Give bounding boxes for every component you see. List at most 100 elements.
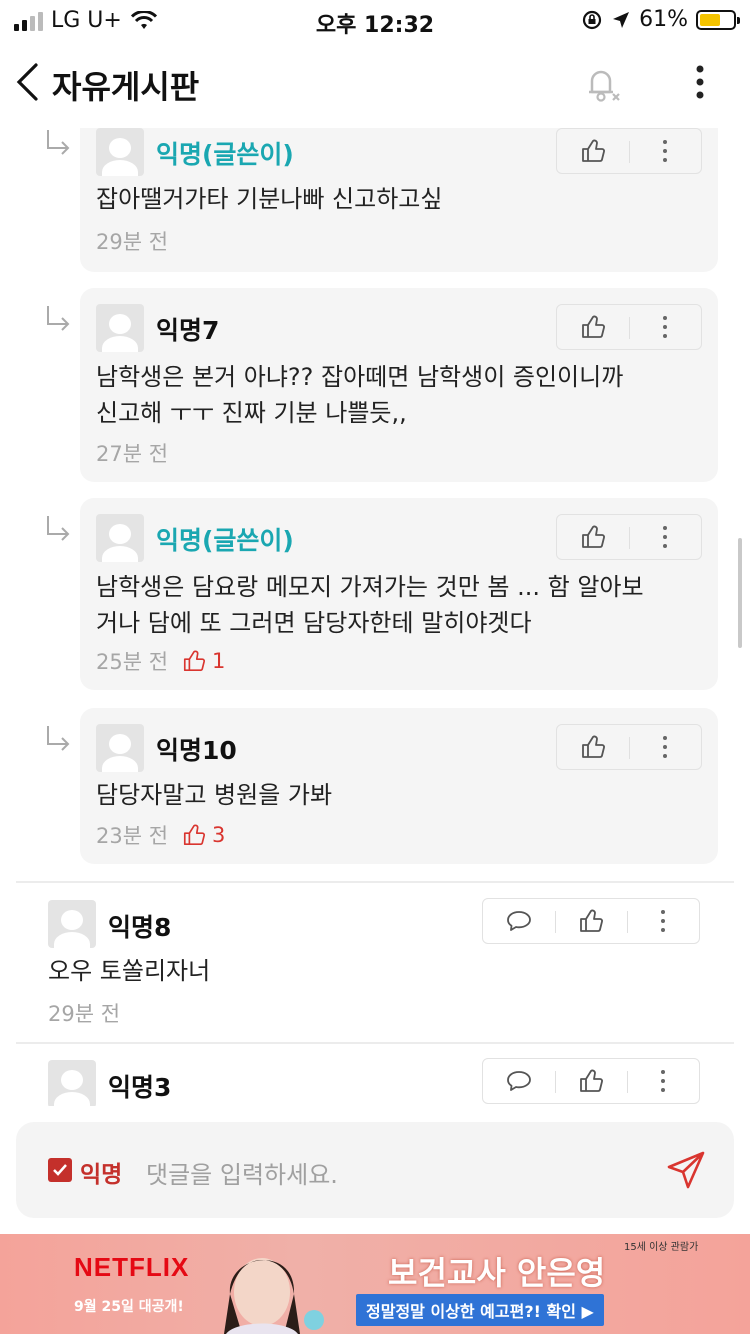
comment-more-button[interactable] — [629, 129, 701, 173]
comment-author: 익명7 — [156, 316, 220, 345]
comment-text: 신고해 ㅜㅜ 진짜 기분 나쁠듯,, — [96, 399, 407, 427]
comment-author: 익명(글쓴이) — [156, 526, 294, 555]
more-options-icon[interactable] — [690, 62, 710, 102]
comment-time: 23분 전 3 — [96, 820, 225, 850]
comment-more-button[interactable] — [629, 725, 701, 769]
send-icon[interactable] — [666, 1150, 706, 1190]
reply-arrow-icon — [47, 516, 70, 541]
reply-button[interactable] — [483, 1059, 555, 1103]
reply-card: 익명(글쓴이) 잡아땔거가타 기분나빠 신고하고싶 29분 전 — [80, 128, 718, 272]
reply-card: 익명(글쓴이) 남학생은 담요랑 메모지 가져가는 것만 봄 ... 함 알아보… — [80, 498, 718, 690]
comment-list: 익명(글쓴이) 잡아땔거가타 기분나빠 신고하고싶 29분 전 익명7 남학생은… — [0, 128, 750, 1106]
thumbs-up-icon — [183, 824, 206, 846]
like-count: 3 — [182, 823, 225, 847]
thumbs-up-icon — [582, 139, 605, 162]
ad-release-date: 9월 25일 대공개! — [74, 1299, 184, 1315]
comment-actions — [556, 128, 702, 174]
avatar — [48, 900, 96, 948]
comment-time: 27분 전 — [96, 438, 168, 468]
more-options-icon — [663, 736, 667, 758]
notification-off-icon[interactable] — [582, 62, 626, 106]
comment-input-bar: 익명 댓글을 입력하세요. — [16, 1122, 734, 1218]
like-button[interactable] — [555, 1059, 627, 1103]
ad-cta-button[interactable]: 정말정말 이상한 예고편?! 확인 ▶ — [356, 1294, 604, 1326]
thumbs-up-icon — [183, 650, 206, 672]
location-icon — [613, 11, 630, 28]
comment-text: 거나 담에 또 그러면 담당자한테 말히야겟다 — [96, 609, 532, 637]
comment-time-text: 27분 전 — [96, 442, 169, 466]
like-button[interactable] — [557, 129, 629, 173]
reply-card: 익명7 남학생은 본거 아냐?? 잡아떼면 남학생이 증인이니까 신고해 ㅜㅜ … — [80, 288, 718, 482]
comment-time: 29분 전 — [48, 998, 120, 1028]
thumbs-up-icon — [580, 1069, 603, 1092]
navigation-bar: 자유게시판 — [0, 44, 750, 124]
reply-arrow-icon — [47, 306, 70, 331]
comment-text: 오우 토쏠리자너 — [48, 957, 211, 985]
more-options-icon — [663, 316, 667, 338]
anonymous-label[interactable]: 익명 — [80, 1155, 122, 1189]
speech-bubble-icon — [507, 911, 531, 931]
ad-rating: 15세 이상 관람가 — [624, 1242, 699, 1253]
ad-brand-logo: NETFLIX — [74, 1252, 190, 1282]
comment-actions — [482, 898, 700, 944]
avatar — [96, 514, 144, 562]
scrollbar[interactable] — [738, 538, 742, 648]
avatar — [96, 724, 144, 772]
comment-time-text: 25분 전 — [96, 650, 169, 674]
comment-text: 남학생은 본거 아냐?? 잡아떼면 남학생이 증인이니까 — [96, 363, 624, 391]
battery-percent: 61% — [639, 7, 688, 32]
ad-title: 보건교사 안은영 — [388, 1254, 606, 1292]
back-arrow-icon[interactable] — [14, 62, 40, 102]
comment-time: 25분 전 1 — [96, 646, 225, 676]
like-count-number: 3 — [212, 823, 226, 847]
thumbs-up-icon — [580, 909, 603, 932]
comment-time: 29분 전 — [96, 226, 168, 256]
comment-time-text: 29분 전 — [96, 230, 169, 254]
comment-text: 담당자말고 병원을 가봐 — [96, 781, 333, 809]
thumbs-up-icon — [582, 735, 605, 758]
page-title: 자유게시판 — [52, 68, 200, 106]
like-button[interactable] — [557, 515, 629, 559]
comment-author: 익명8 — [108, 913, 172, 942]
comment-actions — [556, 724, 702, 770]
like-button[interactable] — [557, 305, 629, 349]
comment-more-button[interactable] — [629, 305, 701, 349]
speech-bubble-icon — [507, 1071, 531, 1091]
comment-author: 익명(글쓴이) — [156, 140, 294, 169]
reply-arrow-icon — [47, 726, 70, 751]
checkmark-icon — [53, 1164, 67, 1176]
divider — [16, 1042, 734, 1044]
battery-icon — [696, 9, 740, 30]
like-button[interactable] — [555, 899, 627, 943]
avatar — [96, 304, 144, 352]
like-count-number: 1 — [212, 649, 226, 673]
comment-more-button[interactable] — [627, 1059, 699, 1103]
comment-actions — [556, 304, 702, 350]
like-button[interactable] — [557, 725, 629, 769]
thumbs-up-icon — [582, 315, 605, 338]
comment-time-text: 29분 전 — [48, 1002, 121, 1026]
comment-input[interactable]: 댓글을 입력하세요. — [146, 1155, 338, 1190]
more-options-icon — [661, 1070, 665, 1092]
comment-actions — [482, 1058, 700, 1104]
avatar — [48, 1060, 96, 1106]
avatar — [96, 128, 144, 176]
reply-arrow-icon — [47, 130, 70, 155]
comment-more-button[interactable] — [627, 899, 699, 943]
divider — [16, 881, 734, 883]
more-options-icon — [661, 910, 665, 932]
ad-banner[interactable]: NETFLIX 9월 25일 대공개! 15세 이상 관람가 보건교사 안은영 … — [0, 1234, 750, 1334]
anonymous-checkbox[interactable] — [48, 1158, 72, 1182]
more-options-icon — [663, 526, 667, 548]
comment-author: 익명10 — [156, 736, 237, 765]
comment-more-button[interactable] — [629, 515, 701, 559]
ad-character-image — [224, 1258, 324, 1334]
comment-text: 잡아땔거가타 기분나빠 신고하고싶 — [96, 185, 443, 213]
comment-actions — [556, 514, 702, 560]
reply-card: 익명10 담당자말고 병원을 가봐 23분 전 3 — [80, 708, 718, 864]
like-count: 1 — [182, 649, 225, 673]
reply-button[interactable] — [483, 899, 555, 943]
rotation-lock-icon — [582, 10, 602, 29]
comment-text: 남학생은 담요랑 메모지 가져가는 것만 봄 ... 함 알아보 — [96, 573, 644, 601]
more-options-icon — [663, 140, 667, 162]
